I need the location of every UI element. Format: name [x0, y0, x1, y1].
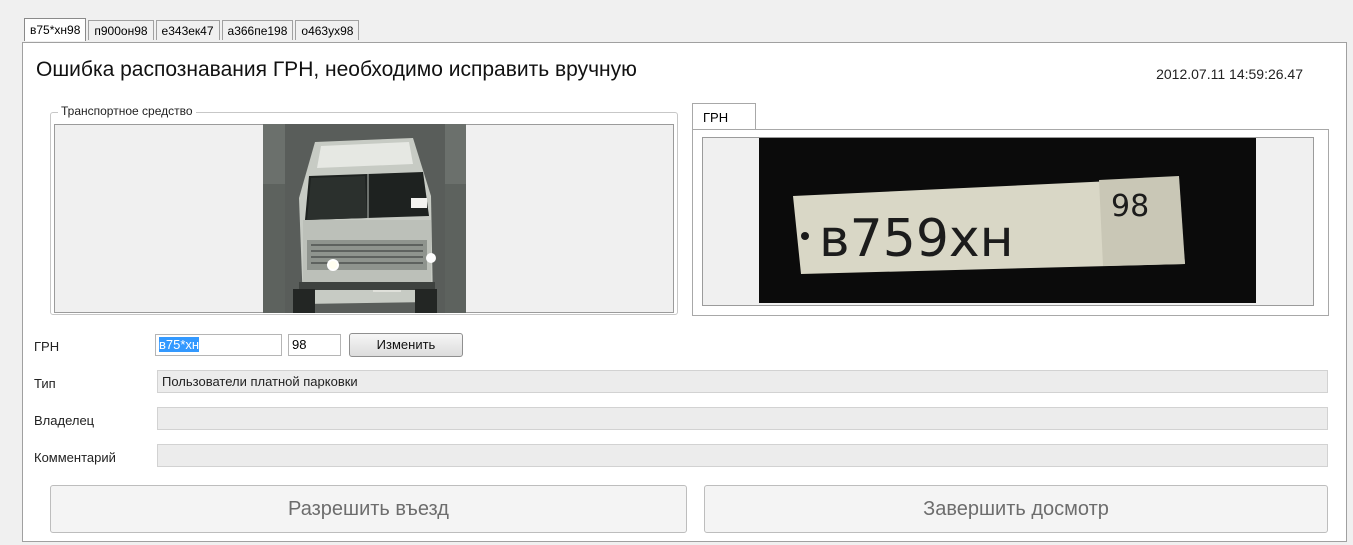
plate-tabstrip: в75*хн98 п900он98 е343ек47 а366пе198 о46…	[24, 18, 361, 42]
plate-label: ГРН	[34, 339, 60, 354]
owner-field[interactable]	[157, 407, 1328, 430]
finish-inspection-button[interactable]: Завершить досмотр	[704, 485, 1328, 533]
plate-number-value: в75*хн	[159, 337, 200, 352]
plate-photo-main-text: в759хн	[819, 209, 1014, 269]
comment-field[interactable]	[157, 444, 1328, 467]
region-input[interactable]: 98	[288, 334, 341, 356]
comment-label: Комментарий	[34, 450, 116, 465]
timestamp: 2012.07.11 14:59:26.47	[1156, 66, 1303, 82]
plate-photo-region-text: 98	[1111, 189, 1149, 224]
change-button[interactable]: Изменить	[349, 333, 463, 357]
tab-plate-3[interactable]: а366пе198	[221, 20, 294, 40]
owner-label: Владелец	[34, 413, 95, 428]
tab-plate-0[interactable]: в75*хн98	[24, 18, 87, 41]
tab-plate-2[interactable]: е343ек47	[155, 20, 220, 40]
tab-plate-1[interactable]: п900он98	[88, 20, 154, 40]
main-window: в75*хн98 п900он98 е343ек47 а366пе198 о46…	[0, 0, 1353, 545]
allow-entry-button[interactable]: Разрешить въезд	[50, 485, 687, 533]
type-label: Тип	[34, 376, 56, 391]
tab-plate-4[interactable]: о463ух98	[295, 20, 360, 40]
vehicle-groupbox-legend: Транспортное средство	[58, 104, 196, 118]
page-title: Ошибка распознавания ГРН, необходимо исп…	[36, 58, 637, 81]
vehicle-photo	[263, 124, 466, 313]
type-field: Пользователи платной парковки	[157, 370, 1328, 393]
plate-number-input[interactable]: в75*хн	[155, 334, 282, 356]
tab-plate-image[interactable]: ГРН	[692, 103, 756, 130]
plate-photo: в759хн 98	[759, 138, 1256, 303]
